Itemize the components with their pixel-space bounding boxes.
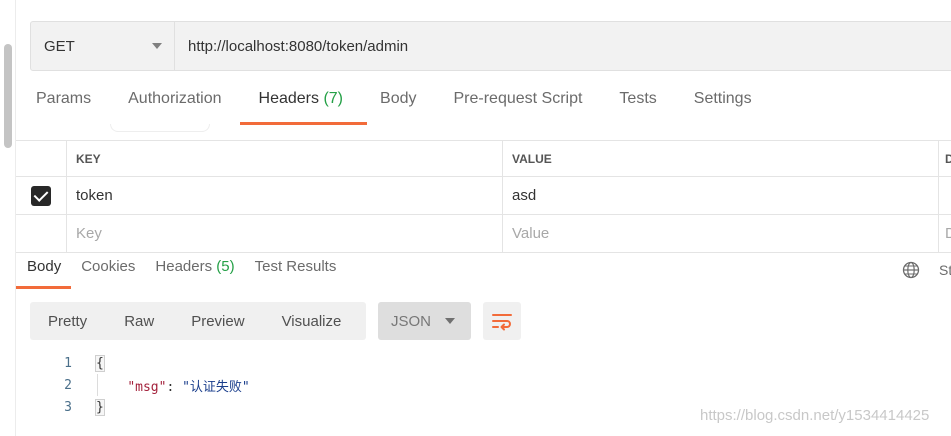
url-input[interactable] [175,22,951,70]
code-text: "msg": "认证失败" [96,376,250,395]
code-line: 2 "msg": "认证失败" [40,374,250,396]
response-tab-body[interactable]: Body [15,258,72,289]
code-text: { [95,354,105,372]
column-header-value: VALUE [503,141,939,176]
close-brace: } [95,398,105,416]
row-checkbox-cell [16,177,67,214]
view-visualize-button[interactable]: Visualize [282,313,342,330]
new-description-input[interactable]: D [939,215,951,252]
code-line: 3 } [40,396,250,418]
row-checkbox-cell [16,215,67,252]
globe-icon[interactable] [902,261,920,279]
tab-count-badge: (7) [323,90,344,107]
wrap-lines-icon [492,314,512,331]
tab-label: Body [380,90,417,107]
wrap-lines-button[interactable] [483,302,521,340]
response-tab-cookies[interactable]: Cookies [81,258,135,286]
new-value-input[interactable]: Value [503,215,939,252]
chevron-down-icon [152,43,162,49]
line-number: 2 [64,377,72,393]
view-mode-group: Pretty Raw Preview Visualize [30,302,366,340]
request-tabs: Params Authorization Headers (7) Body Pr… [36,90,789,126]
table-row: token asd [16,177,951,215]
header-key-cell[interactable]: token [67,177,503,214]
header-description-cell[interactable] [939,177,951,214]
tab-label: Cookies [81,258,136,275]
tab-label: Headers [258,90,319,107]
status-label: St [939,262,951,278]
format-label: JSON [391,312,432,330]
json-colon: : [166,379,183,395]
request-url-bar: GET [30,21,951,71]
tab-label: Body [27,258,62,275]
method-select[interactable]: GET [31,22,175,70]
table-header-row: KEY VALUE D [16,140,951,177]
response-tabs: Body Cookies Headers (5) Test Results [15,258,356,289]
new-key-input[interactable]: Key [67,215,503,252]
tab-label: Settings [693,90,752,107]
line-number: 3 [64,399,72,415]
open-brace: { [95,354,105,372]
tab-label: Params [36,90,92,107]
json-value: "认证失败" [182,379,250,395]
table-row-new: Key Value D [16,215,951,253]
tab-settings[interactable]: Settings [694,90,752,120]
tab-label: Authorization [128,90,222,107]
view-preview-button[interactable]: Preview [191,313,244,330]
response-tab-test-results[interactable]: Test Results [255,258,337,286]
scrollbar-thumb[interactable] [4,44,12,148]
line-number: 1 [64,355,72,371]
method-label: GET [44,37,75,55]
tab-label: Tests [619,90,657,107]
response-tab-headers[interactable]: Headers (5) [155,258,234,286]
view-raw-button[interactable]: Raw [124,313,154,330]
tab-label: Test Results [254,258,337,275]
tab-body[interactable]: Body [380,90,416,120]
response-meta: St [902,261,951,279]
response-body-editor[interactable]: 1 { 2 "msg": "认证失败" 3 } [40,352,250,418]
chevron-down-icon [445,318,455,324]
headers-table: KEY VALUE D token asd Key Value D [16,140,951,253]
watermark: https://blog.csdn.net/y1534414425 [700,407,930,424]
indent-guide [97,374,98,396]
json-key: "msg" [127,379,167,395]
tab-label: Pre-request Script [453,90,583,107]
code-line: 1 { [40,352,250,374]
header-value-cell[interactable]: asd [503,177,939,214]
view-pretty-button[interactable]: Pretty [48,313,87,330]
tab-count-badge: (5) [216,258,235,275]
code-text: } [95,398,105,416]
row-checkbox[interactable] [31,185,51,206]
tab-params[interactable]: Params [36,90,91,120]
tab-pre-request-script[interactable]: Pre-request Script [453,90,582,120]
tab-label: Headers [155,258,213,275]
column-header-key: KEY [67,141,503,176]
tab-authorization[interactable]: Authorization [128,90,221,120]
column-header-description: D [945,151,951,166]
decorative-divider [110,124,210,132]
tab-tests[interactable]: Tests [619,90,656,120]
format-select[interactable]: JSON [378,302,471,340]
checkbox-column-header [16,141,67,176]
left-scrollbar[interactable] [0,0,16,436]
tab-headers[interactable]: Headers (7) [239,90,367,125]
